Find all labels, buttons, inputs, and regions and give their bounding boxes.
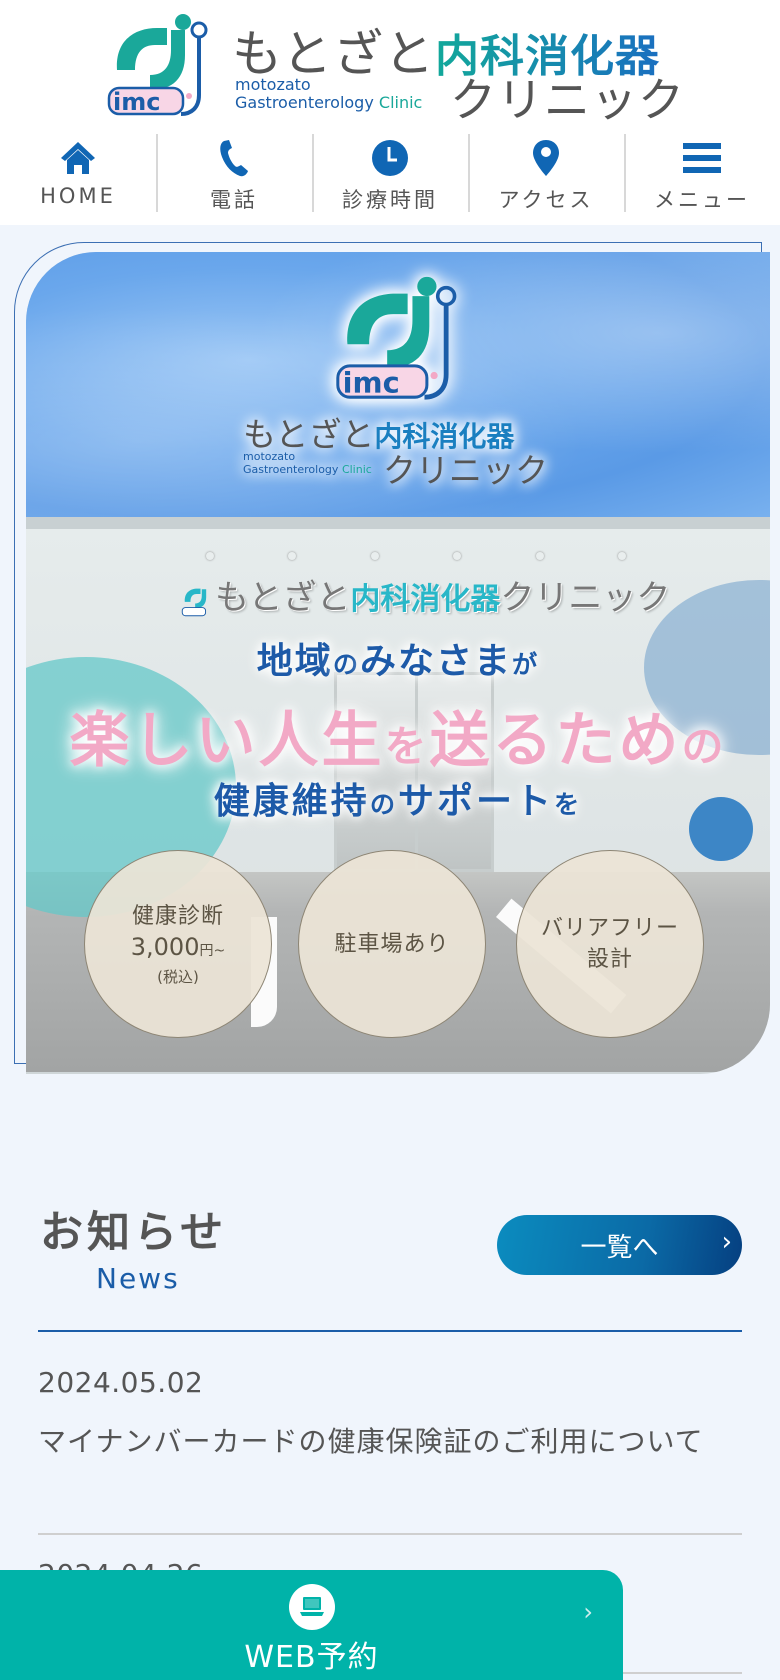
site-header: imc もとざと内科消化器 motozato Gastroenterology …	[0, 0, 780, 225]
svg-text:imc: imc	[113, 88, 160, 116]
hero-logo-en-line2: Gastroenterology	[243, 463, 339, 476]
logo-name-en: motozato Gastroenterology Clinic	[235, 76, 422, 112]
feature-price: 3,000円~	[130, 932, 226, 961]
home-icon	[58, 138, 98, 178]
hero-logo-en-line1: motozato	[243, 450, 296, 463]
news-list-item[interactable]: 2024.05.02 マイナンバーカードの健康保険証のご利用について	[38, 1366, 742, 1468]
logo-en-clinic: Clinic	[378, 93, 423, 112]
chevron-right-icon: ›	[583, 1598, 593, 1626]
news-date: 2024.05.02	[38, 1366, 204, 1399]
nav-phone[interactable]: 電話	[156, 134, 312, 214]
news-separator	[38, 1533, 742, 1535]
sign-clinic: クリニック	[500, 578, 671, 618]
sign-hiragana: もとざと	[215, 578, 351, 618]
feature-title-line1: バリアフリー	[540, 916, 679, 941]
site-logo[interactable]: imc もとざと内科消化器 motozato Gastroenterology …	[105, 8, 684, 127]
hero-copy-line3: 健康維持のサポートを	[213, 781, 583, 822]
nav-home-label: HOME	[40, 184, 116, 208]
nav-access-label: アクセス	[498, 188, 594, 212]
news-title-link[interactable]: マイナンバーカードの健康保険証のご利用について	[38, 1415, 742, 1468]
nav-phone-label: 電話	[210, 188, 258, 212]
nav-access[interactable]: アクセス	[468, 134, 624, 214]
news-divider	[38, 1330, 742, 1332]
feature-title: 健康診断	[131, 903, 224, 929]
hero-copy-line2: 楽しい人生を送るための	[69, 706, 727, 776]
news-list-button[interactable]: 一覧へ ›	[497, 1215, 742, 1275]
nav-menu-label: メニュー	[654, 188, 750, 212]
svg-text:imc: imc	[343, 365, 400, 399]
hamburger-menu-icon	[682, 138, 722, 178]
feature-note: (税込)	[157, 967, 199, 986]
laptop-icon	[288, 1584, 335, 1630]
phone-icon	[214, 138, 254, 178]
news-heading: お知らせ	[40, 1208, 228, 1258]
header-nav: HOME 電話 診療時間 アクセス メニュー	[0, 134, 780, 214]
nav-hours-label: 診療時間	[342, 188, 438, 212]
hero-wall-edge	[26, 517, 770, 529]
logo-en-line1: motozato	[235, 75, 311, 94]
hero-logo-hiragana: もとざと	[243, 415, 375, 454]
feature-title: 駐車場あり	[334, 931, 450, 957]
news-list-button-label: 一覧へ	[580, 1232, 659, 1263]
clinic-logo-mark-icon	[181, 588, 207, 616]
building-sign: もとざと内科消化器クリニック	[181, 570, 670, 619]
hero-logo-en-clinic: Clinic	[341, 463, 372, 476]
hero-banner: imc もとざと内科消化器 motozato Gastroenterology C…	[26, 252, 770, 1074]
web-reservation-button[interactable]: WEB予約 ›	[0, 1570, 623, 1680]
hero-copy-line1: 地域のみなさまが	[256, 641, 540, 682]
hero-logo: imc もとざと内科消化器 motozato Gastroenterology C…	[26, 272, 770, 490]
web-reservation-label: WEB予約	[244, 1640, 379, 1675]
nav-home[interactable]: HOME	[0, 134, 156, 214]
clinic-logo-mark-icon: imc	[336, 276, 457, 400]
logo-name-clinic: クリニック	[450, 73, 685, 127]
clock-icon	[370, 138, 410, 178]
feature-title-line2: 設計	[586, 947, 633, 972]
feature-health-checkup: 健康診断 3,000円~ (税込)	[84, 850, 272, 1038]
sign-accent: 内科消化器	[350, 582, 501, 617]
feature-parking: 駐車場あり	[298, 850, 486, 1038]
logo-en-line2: Gastroenterology	[235, 93, 374, 112]
feature-barrier-free: バリアフリー 設計	[516, 850, 704, 1038]
news-subheading: News	[96, 1262, 180, 1295]
hero-logo-name: もとざと内科消化器 motozato Gastroenterology Clini…	[243, 408, 553, 490]
sign-bolts	[206, 552, 626, 560]
map-pin-icon	[526, 138, 566, 178]
nav-menu[interactable]: メニュー	[624, 134, 780, 214]
chevron-right-icon: ›	[721, 1227, 732, 1257]
clinic-logo-mark-icon: imc	[107, 14, 208, 116]
nav-hours[interactable]: 診療時間	[312, 134, 468, 214]
hero-logo-clinic: クリニック	[383, 451, 548, 490]
